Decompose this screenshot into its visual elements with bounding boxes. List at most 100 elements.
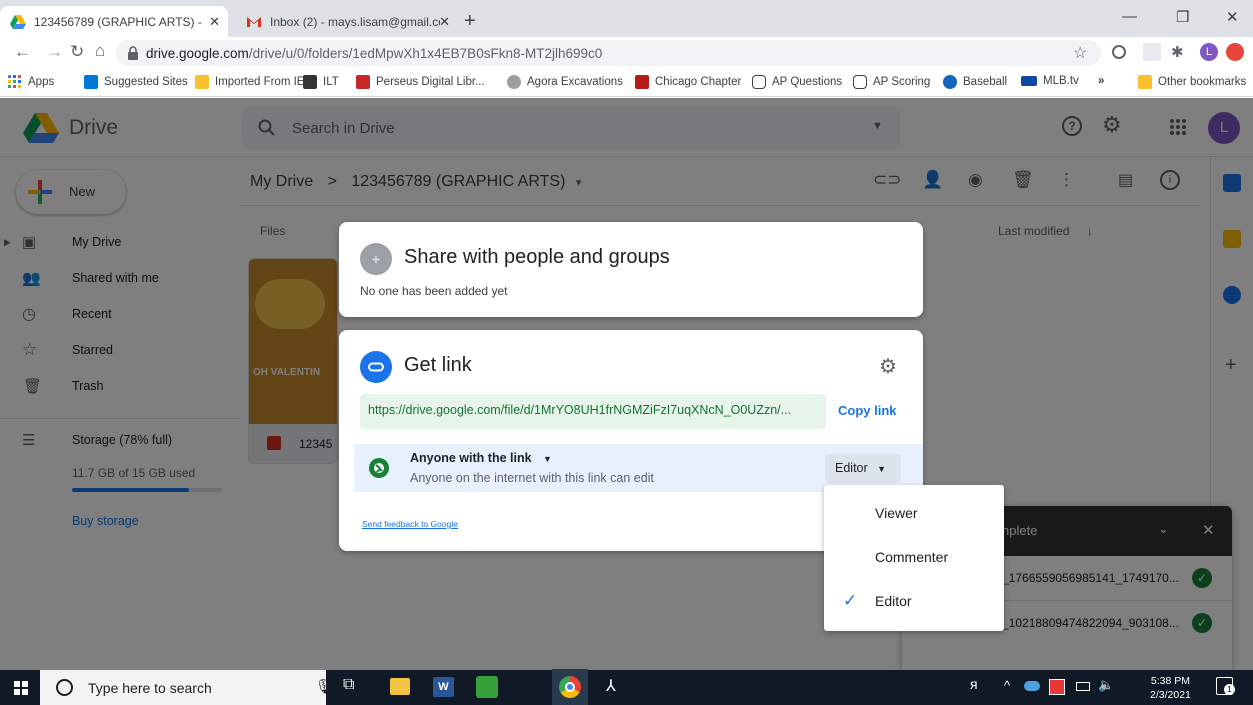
- onedrive-icon[interactable]: [1024, 681, 1040, 691]
- wix-icon: [303, 75, 317, 89]
- bookmark-label: ILT: [323, 76, 339, 88]
- bookmark-ap-scoring[interactable]: AP Scoring: [853, 75, 930, 89]
- extension-icon[interactable]: [1226, 43, 1244, 61]
- bookmark-ap-questions[interactable]: AP Questions: [752, 75, 842, 89]
- taskbar-search-placeholder: Type here to search: [88, 679, 212, 696]
- forward-icon[interactable]: →: [46, 42, 63, 62]
- task-view-icon[interactable]: ⧉: [343, 676, 354, 694]
- file-explorer-icon[interactable]: [390, 678, 410, 695]
- new-tab-button[interactable]: +: [464, 10, 476, 33]
- windows-start-icon[interactable]: [14, 681, 28, 695]
- microphone-icon[interactable]: 🎙: [315, 678, 333, 695]
- clock-date: 2/3/2021: [1150, 689, 1191, 701]
- extension-icon[interactable]: [1143, 43, 1161, 61]
- more-bookmarks-button[interactable]: »: [1098, 75, 1104, 87]
- windows-taskbar: Type here to search 🎙 ⧉ W ⅄ ᴙ ^ 🔈 5:38 P…: [0, 669, 1253, 705]
- minimize-icon[interactable]: —: [1122, 8, 1137, 25]
- bookmark-star-icon[interactable]: ☆: [1073, 43, 1087, 63]
- add-person-icon: +: [360, 243, 392, 275]
- role-dropdown[interactable]: Editor ▼: [825, 454, 901, 483]
- bookmark-label: Apps: [28, 76, 55, 88]
- bookmark-imported-from-ie[interactable]: Imported From IE: [195, 75, 304, 89]
- action-center-icon[interactable]: 1: [1216, 677, 1235, 695]
- bookmark-label: MLB.tv: [1043, 75, 1079, 87]
- bookmark-chicago-chapter[interactable]: Chicago Chapter: [635, 75, 741, 89]
- profile-avatar[interactable]: L: [1200, 43, 1218, 61]
- greenshot-icon[interactable]: [476, 676, 498, 698]
- clock[interactable]: 5:38 PM 2/3/2021: [1150, 674, 1191, 702]
- lock-icon: [128, 46, 138, 60]
- browser-tab-strip: 123456789 (GRAPHIC ARTS) - Go ✕ Inbox (2…: [0, 0, 1253, 37]
- chicago-icon: [635, 75, 649, 89]
- bookmark-baseball[interactable]: Baseball: [943, 75, 1007, 89]
- bookmark-label: Imported From IE: [215, 76, 305, 88]
- volume-icon[interactable]: 🔈: [1098, 677, 1114, 693]
- bookmark-suggested-sites[interactable]: Suggested Sites: [84, 75, 188, 89]
- settings-gear-icon[interactable]: ⚙: [879, 354, 897, 379]
- extension-icon[interactable]: [1112, 45, 1126, 59]
- ap-icon: [752, 75, 766, 89]
- folder-icon: [195, 75, 209, 89]
- close-tab-icon[interactable]: ✕: [439, 14, 450, 30]
- google-drive-icon: [10, 14, 26, 29]
- access-description: Anyone on the internet with this link ca…: [410, 471, 654, 485]
- checkmark-icon: ✓: [843, 591, 858, 610]
- role-option-viewer[interactable]: Viewer: [824, 493, 1004, 535]
- role-label: Editor: [835, 461, 868, 475]
- close-window-icon[interactable]: ✕: [1226, 8, 1239, 26]
- home-icon[interactable]: ⌂: [95, 41, 105, 61]
- bookmark-label: Suggested Sites: [104, 76, 188, 88]
- bookmark-label: Chicago Chapter: [655, 76, 742, 88]
- acrobat-icon[interactable]: ⅄: [606, 676, 616, 696]
- address-bar[interactable]: drive.google.com/drive/u/0/folders/1edMp…: [116, 40, 1101, 66]
- tab-title: Inbox (2) - mays.lisam@gmail.co: [270, 14, 440, 29]
- bookmark-other[interactable]: Other bookmarks: [1138, 75, 1246, 89]
- link-icon: [360, 351, 392, 383]
- bookmark-ilt[interactable]: ILT: [303, 75, 339, 89]
- bookmark-label: Perseus Digital Libr...: [376, 76, 485, 88]
- url-domain: drive.google.com: [146, 45, 249, 61]
- battery-icon[interactable]: [1076, 682, 1090, 691]
- share-dialog: + Share with people and groups No one ha…: [339, 222, 923, 317]
- notification-tray-icon[interactable]: [1049, 679, 1065, 695]
- bookmark-label: Agora Excavations: [527, 76, 623, 88]
- cortana-circle-icon: [56, 679, 73, 696]
- taskbar-search[interactable]: Type here to search 🎙: [40, 670, 333, 705]
- tab-drive[interactable]: 123456789 (GRAPHIC ARTS) - Go ✕: [0, 6, 228, 37]
- chrome-icon[interactable]: [559, 676, 581, 698]
- bookmark-mlb-tv[interactable]: MLB.tv: [1021, 75, 1079, 87]
- agora-icon: [507, 75, 521, 89]
- mlb-icon: [1021, 76, 1037, 86]
- bookmark-agora[interactable]: Agora Excavations: [507, 75, 623, 89]
- back-icon[interactable]: ←: [14, 42, 31, 62]
- bookmark-apps[interactable]: Apps: [8, 75, 54, 89]
- role-option-editor[interactable]: ✓ Editor: [824, 581, 1004, 623]
- bookmark-perseus[interactable]: Perseus Digital Libr...: [356, 75, 485, 89]
- show-hidden-icons[interactable]: ^: [1004, 678, 1010, 693]
- restore-icon[interactable]: ❐: [1176, 8, 1189, 26]
- send-feedback-link[interactable]: Send feedback to Google: [362, 519, 458, 529]
- baseball-icon: [943, 75, 957, 89]
- apps-grid-icon: [8, 75, 21, 88]
- access-scope-label: Anyone with the link: [410, 451, 532, 465]
- clock-time: 5:38 PM: [1150, 675, 1190, 687]
- role-menu: Viewer Commenter ✓ Editor: [824, 485, 1004, 631]
- role-option-commenter[interactable]: Commenter: [824, 537, 1004, 579]
- reload-icon[interactable]: ↻: [70, 42, 84, 62]
- folder-icon: [1138, 75, 1152, 89]
- puzzle-icon[interactable]: ✱: [1171, 43, 1189, 61]
- word-icon[interactable]: W: [433, 677, 454, 697]
- link-url-field[interactable]: https://drive.google.com/file/d/1MrYO8UH…: [360, 394, 826, 429]
- role-option-label: Editor: [875, 593, 912, 609]
- caret-down-icon: ▼: [543, 454, 552, 464]
- access-scope-dropdown[interactable]: Anyone with the link ▼: [410, 451, 552, 465]
- tab-gmail[interactable]: Inbox (2) - mays.lisam@gmail.co ✕: [236, 6, 458, 37]
- ap-icon: [853, 75, 867, 89]
- close-tab-icon[interactable]: ✕: [209, 14, 220, 30]
- copy-link-button[interactable]: Copy link: [838, 403, 897, 418]
- share-dialog-subtitle: No one has been added yet: [360, 284, 508, 298]
- people-icon[interactable]: ᴙ: [970, 676, 978, 692]
- bookmark-label: AP Questions: [772, 76, 843, 88]
- role-option-label: Viewer: [875, 505, 918, 521]
- browser-toolbar: ← → ↻ ⌂ drive.google.com/drive/u/0/folde…: [0, 37, 1253, 69]
